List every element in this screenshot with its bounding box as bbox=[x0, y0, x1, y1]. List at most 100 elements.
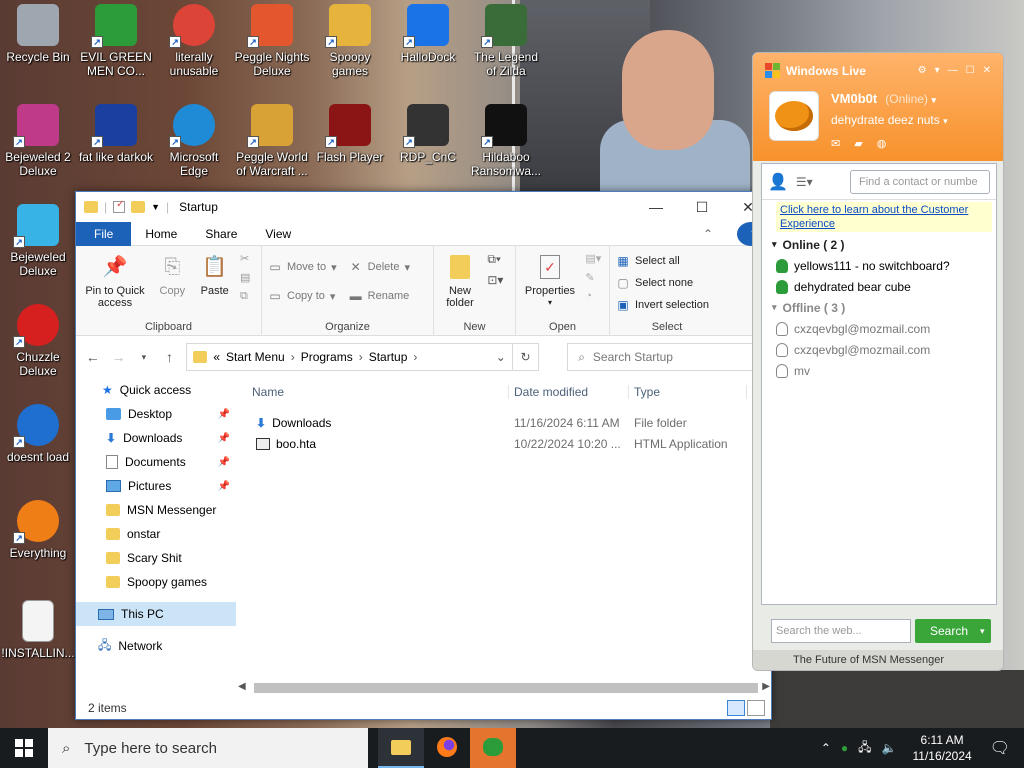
details-view-icon[interactable] bbox=[727, 700, 745, 716]
nav-item[interactable]: onstar bbox=[76, 522, 236, 546]
desktop-icon-10[interactable]: ↗ Peggle World of Warcraft ... bbox=[234, 104, 310, 178]
paste-button[interactable]: 📋 Paste bbox=[197, 252, 233, 297]
address-bar[interactable]: « Start Menu › Programs › Startup › ⌄ bbox=[186, 343, 513, 371]
online-contact[interactable]: yellows111 - no switchboard? bbox=[762, 255, 996, 276]
display-picture[interactable] bbox=[769, 91, 819, 141]
scroll-left-icon[interactable]: ◀ bbox=[238, 681, 246, 692]
desktop-icon-0[interactable]: Recycle Bin bbox=[0, 4, 76, 64]
pin-to-quick-access-button[interactable]: 📌 Pin to Quick access bbox=[82, 252, 148, 309]
msn-close-button[interactable]: ✕ bbox=[983, 65, 991, 76]
desktop-icon-15[interactable]: ↗ Chuzzle Deluxe bbox=[0, 304, 76, 378]
view-options-icon[interactable]: ☰▾ bbox=[796, 175, 813, 189]
nav-item[interactable]: Pictures 📌 bbox=[76, 474, 236, 498]
nav-item[interactable]: ⬇ Downloads 📌 bbox=[76, 426, 236, 450]
desktop-icon-8[interactable]: ↗ fat like darkok bbox=[78, 104, 154, 164]
msn-tray-icon[interactable]: ● bbox=[841, 741, 848, 755]
offline-contact[interactable]: mv bbox=[762, 360, 996, 381]
file-explorer-taskbar-icon[interactable] bbox=[378, 728, 424, 768]
msn-personal-message[interactable]: dehydrate deez nuts ▾ bbox=[831, 113, 948, 127]
add-contact-icon[interactable]: 👤 bbox=[768, 172, 788, 192]
msn-user[interactable]: VM0b0t (Online) ▾ bbox=[831, 91, 936, 106]
file-row[interactable]: boo.hta 10/22/2024 10:20 ... HTML Applicat… bbox=[246, 433, 772, 454]
easy-access-icon[interactable]: ⊡▾ bbox=[487, 273, 503, 287]
start-button[interactable] bbox=[0, 728, 48, 768]
rename-button[interactable]: ▬ Rename bbox=[349, 285, 410, 307]
delete-button[interactable]: ✕ Delete ▾ bbox=[349, 256, 410, 278]
select-all-button[interactable]: ▦ Select all bbox=[616, 250, 718, 272]
column-type[interactable]: Type bbox=[628, 385, 746, 399]
desktop-icon-18[interactable]: !INSTALLIN... bbox=[0, 600, 76, 660]
desktop-icon-9[interactable]: ↗ Microsoft Edge bbox=[156, 104, 232, 178]
tab-file[interactable]: File bbox=[76, 221, 132, 246]
desktop-icon-3[interactable]: ↗ Peggle Nights Deluxe bbox=[234, 4, 310, 78]
nav-item[interactable]: Documents 📌 bbox=[76, 450, 236, 474]
firefox-taskbar-icon[interactable] bbox=[424, 728, 470, 768]
notifications-icon[interactable]: 🗨 bbox=[990, 738, 1010, 758]
properties-button[interactable]: ✓ Properties ▾ bbox=[522, 252, 578, 309]
nav-quick-access[interactable]: ★ Quick access bbox=[76, 378, 236, 402]
nav-item[interactable]: Desktop 📌 bbox=[76, 402, 236, 426]
tab-home[interactable]: Home bbox=[131, 222, 191, 246]
breadcrumb-programs[interactable]: Programs bbox=[301, 350, 353, 364]
edit-icon[interactable]: ✎ bbox=[585, 271, 601, 284]
history-icon[interactable]: ◔ bbox=[585, 290, 601, 302]
scrollbar-thumb[interactable] bbox=[254, 683, 758, 693]
web-search-input[interactable]: Search the web... bbox=[771, 619, 911, 643]
desktop-icon-6[interactable]: ↗ The Legend of Zilda bbox=[468, 4, 544, 78]
refresh-icon[interactable]: ↻ bbox=[511, 343, 540, 371]
tab-share[interactable]: Share bbox=[191, 222, 251, 246]
desktop-icon-11[interactable]: ↗ Flash Player bbox=[312, 104, 388, 164]
column-date-modified[interactable]: Date modified bbox=[508, 385, 628, 399]
offline-contact[interactable]: cxzqevbgl@mozmail.com bbox=[762, 318, 996, 339]
msn-messenger-taskbar-icon[interactable] bbox=[470, 728, 516, 768]
horizontal-scrollbar[interactable]: ◀ ▶ bbox=[236, 681, 772, 695]
column-name[interactable]: Name bbox=[246, 385, 508, 399]
desktop-icon-14[interactable]: ↗ Bejeweled Deluxe bbox=[0, 204, 76, 278]
search-box[interactable]: ⌕ Search Startup bbox=[567, 343, 763, 371]
show-hidden-icons-chevron-icon[interactable]: ⌃ bbox=[821, 741, 831, 755]
online-contact[interactable]: dehydrated bear cube bbox=[762, 276, 996, 297]
tab-view[interactable]: View bbox=[251, 222, 305, 246]
new-folder-button[interactable]: New folder bbox=[440, 252, 480, 309]
open-icon[interactable]: ▤▾ bbox=[585, 252, 601, 265]
volume-icon[interactable]: 🔈 bbox=[882, 741, 897, 755]
desktop-icon-4[interactable]: ↗ Spoopy games bbox=[312, 4, 388, 78]
desktop-icon-17[interactable]: ↗ Everything bbox=[0, 500, 76, 560]
offline-contact[interactable]: cxzqevbgl@mozmail.com bbox=[762, 339, 996, 360]
new-folder-icon[interactable] bbox=[131, 201, 146, 213]
copy-button[interactable]: ⎘ Copy bbox=[155, 252, 189, 297]
taskbar-search[interactable]: ⌕ Type here to search bbox=[48, 728, 368, 768]
new-item-icon[interactable]: ⧉▾ bbox=[487, 252, 503, 267]
customer-experience-banner[interactable]: Click here to learn about the Customer E… bbox=[776, 202, 992, 232]
nav-item[interactable]: Spoopy games bbox=[76, 570, 236, 594]
nav-item[interactable]: MSN Messenger bbox=[76, 498, 236, 522]
desktop-icon-12[interactable]: ↗ RDP_CnC bbox=[390, 104, 466, 164]
back-arrow-icon[interactable]: ← bbox=[84, 349, 102, 365]
large-icons-view-icon[interactable] bbox=[747, 700, 765, 716]
msn-options-icon[interactable]: ⚙ bbox=[918, 65, 927, 76]
find-contact-input[interactable]: Find a contact or numbe bbox=[850, 169, 990, 194]
paste-shortcut-icon[interactable]: ⧉ bbox=[240, 290, 250, 303]
select-none-button[interactable]: ▢ Select none bbox=[616, 272, 718, 294]
msn-menu-chevron-icon[interactable]: ▾ bbox=[935, 65, 940, 76]
msn-minimize-button[interactable]: — bbox=[948, 65, 958, 76]
desktop-icon-16[interactable]: ↗ doesnt load bbox=[0, 404, 76, 464]
maximize-button[interactable]: ☐ bbox=[679, 192, 725, 222]
invert-selection-button[interactable]: ▣ Invert selection bbox=[616, 294, 718, 316]
desktop-icon-5[interactable]: ↗ HalloDock bbox=[390, 4, 466, 64]
desktop-icon-7[interactable]: ↗ Bejeweled 2 Deluxe bbox=[0, 104, 76, 178]
recent-locations-chevron-icon[interactable]: ▾ bbox=[135, 352, 153, 363]
nav-item[interactable]: Scary Shit bbox=[76, 546, 236, 570]
clock[interactable]: 6:11 AM 11/16/2024 bbox=[913, 732, 972, 764]
file-row[interactable]: ⬇ Downloads 11/16/2024 6:11 AM File folder bbox=[246, 412, 772, 433]
copy-path-icon[interactable]: ▤ bbox=[240, 271, 250, 284]
network-tray-icon[interactable]: 🖧 bbox=[858, 738, 871, 759]
breadcrumb-startup[interactable]: Startup bbox=[369, 350, 408, 364]
properties-check-icon[interactable]: ✓ bbox=[113, 199, 126, 213]
online-group-header[interactable]: ▾ Online ( 2 ) bbox=[762, 234, 996, 255]
minimize-button[interactable]: — bbox=[633, 192, 679, 222]
address-dropdown-chevron-icon[interactable]: ⌄ bbox=[496, 350, 506, 364]
web-search-button[interactable]: Search ▾ bbox=[915, 619, 991, 643]
desktop-icon-2[interactable]: ↗ literally unusable bbox=[156, 4, 232, 78]
customize-qat-chevron-icon[interactable]: ▼ bbox=[151, 202, 160, 212]
